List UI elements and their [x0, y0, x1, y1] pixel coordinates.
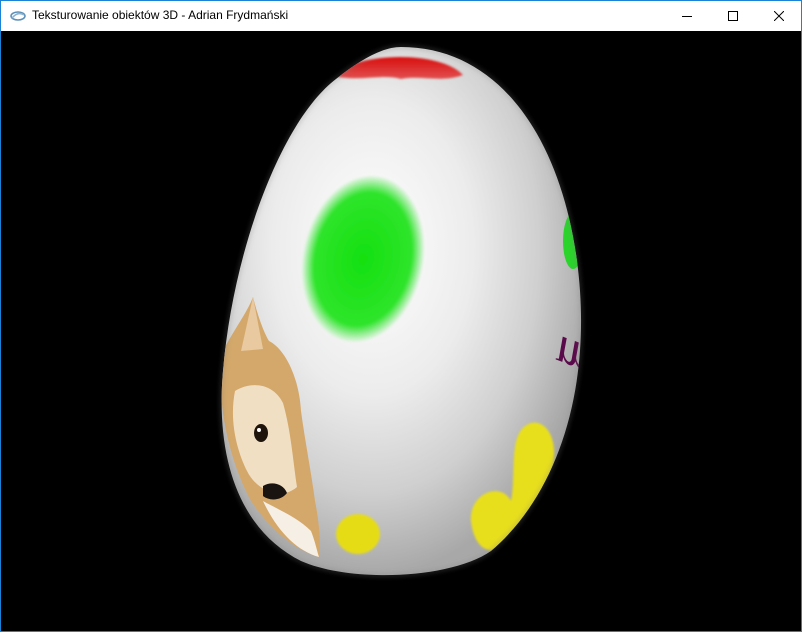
texture-text-line-2: taka piękna	[542, 416, 798, 631]
app-icon	[10, 9, 26, 23]
window-title: Teksturowanie obiektów 3D - Adrian Frydm…	[32, 8, 289, 22]
close-icon	[774, 11, 784, 21]
texture-text-line-1: moja tekstura	[546, 325, 801, 476]
app-window: Teksturowanie obiektów 3D - Adrian Frydm…	[0, 0, 802, 632]
maximize-icon	[728, 11, 738, 21]
texture-text: moja tekstura taka piękna	[542, 325, 801, 631]
minimize-icon	[682, 16, 692, 17]
render-viewport[interactable]: moja tekstura taka piękna	[1, 31, 801, 631]
close-button[interactable]	[756, 1, 802, 31]
yellow-dot	[336, 514, 380, 554]
maximize-button[interactable]	[710, 1, 756, 31]
minimize-button[interactable]	[664, 1, 710, 31]
title-bar[interactable]: Teksturowanie obiektów 3D - Adrian Frydm…	[1, 0, 801, 31]
egg-scene: moja tekstura taka piękna	[220, 45, 801, 631]
